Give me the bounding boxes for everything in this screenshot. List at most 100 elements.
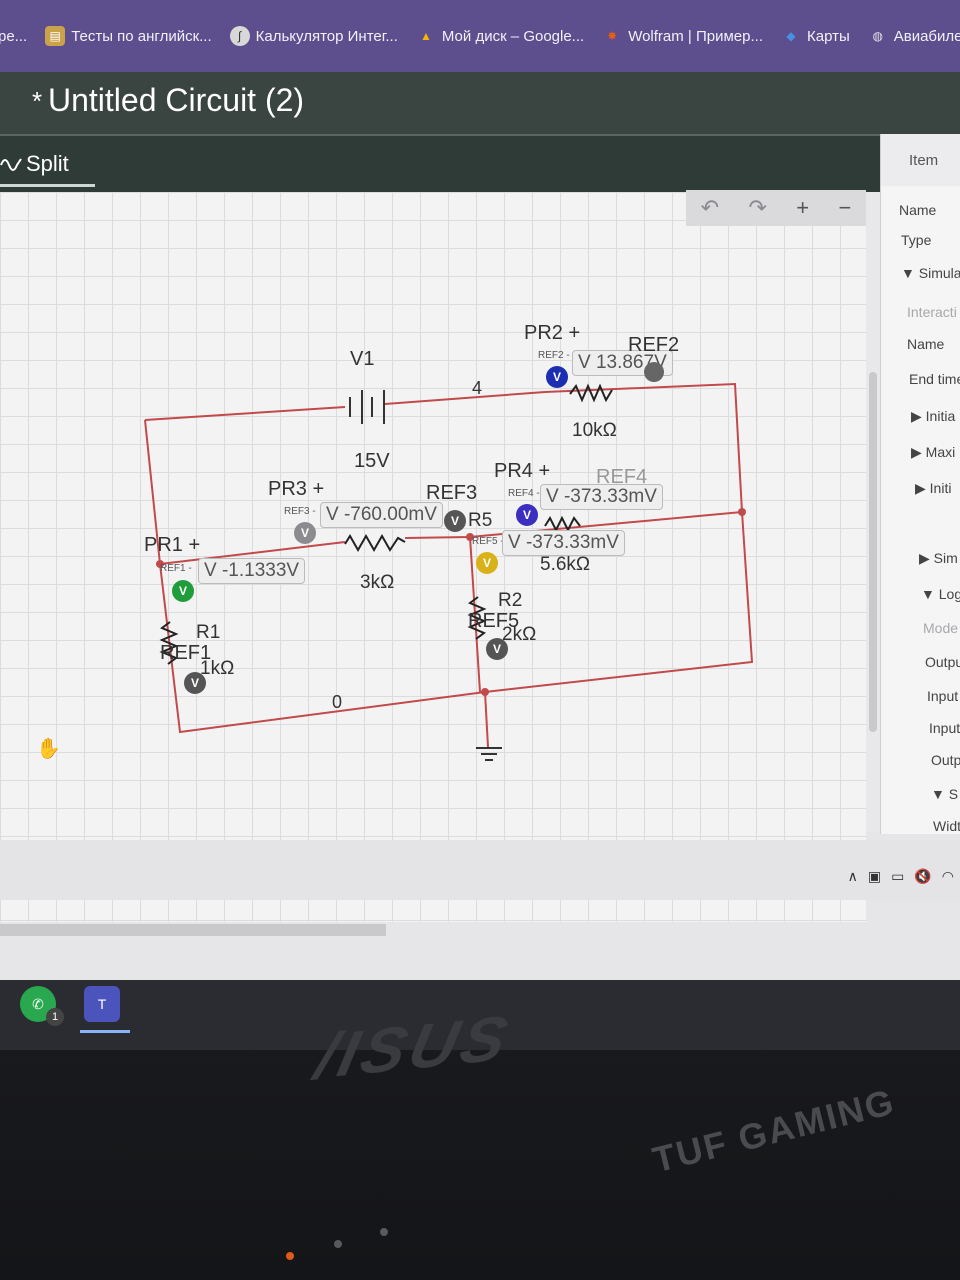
node-label-top: 4 — [472, 378, 483, 398]
bookmark-0[interactable]: ре... — [0, 28, 27, 45]
redo-icon[interactable]: ↷ — [748, 195, 766, 221]
bookmark-drive[interactable]: ▲ Мой диск – Google... — [416, 26, 584, 46]
ground-symbol — [476, 747, 502, 761]
wolfram-icon: ✸ — [607, 29, 618, 43]
doc-icon: ▤ — [45, 26, 66, 46]
probe-ref-small-pr3: REF3 - — [284, 506, 316, 517]
panel-row: Outpu — [925, 654, 960, 670]
probe-ref-marker-pr3[interactable]: V — [444, 510, 466, 532]
bookmark-calculator-label: Калькулятор Интег... — [255, 27, 398, 45]
panel-row[interactable]: ▼ Log — [921, 586, 960, 602]
resistor-name-r2: R2 — [498, 590, 523, 611]
bookmark-flights[interactable]: ◍ Авиабилеты — [868, 26, 960, 46]
wire — [484, 691, 489, 748]
chevron-up-icon[interactable]: ∧ — [848, 868, 858, 885]
junction-dot — [738, 508, 746, 516]
whatsapp-badge: 1 — [46, 1008, 64, 1026]
bookmark-tests[interactable]: ▤ Тесты по английск... — [45, 26, 212, 46]
title-bar: * Untitled Circuit (2) — [0, 72, 960, 134]
resistor-value-5-6k: 5.6kΩ — [540, 554, 591, 575]
zoom-in-icon[interactable]: + — [796, 195, 809, 221]
volume-muted-icon[interactable]: 🔇 — [914, 868, 931, 885]
source-value: 15V — [354, 450, 390, 472]
globe-icon: ◍ — [872, 29, 883, 43]
resistor-symbol — [569, 383, 613, 403]
probe-ref-small-pr2: REF2 - — [538, 350, 570, 361]
status-led — [286, 1252, 294, 1260]
canvas-controls: ↶ ↷ + − — [686, 190, 866, 226]
undo-icon[interactable]: ↶ — [701, 195, 719, 221]
panel-row: Type — [901, 232, 932, 248]
probe-reading-pr1: V -1.1333V — [198, 558, 306, 584]
probe-ref-marker-pr2[interactable] — [644, 362, 664, 382]
zoom-out-icon[interactable]: − — [838, 195, 851, 221]
canvas-scrollbar[interactable] — [866, 192, 880, 832]
panel-row: Widt — [933, 818, 960, 834]
horizontal-scrollbar[interactable] — [0, 924, 386, 936]
probe-marker-pr4[interactable]: V — [516, 504, 538, 526]
panel-row[interactable]: ▼ S — [931, 786, 960, 802]
panel-row[interactable]: ▼ Simula — [901, 265, 960, 281]
probe-marker-pr1[interactable]: V — [172, 580, 194, 602]
bookmark-tests-label: Тесты по английск... — [71, 27, 212, 45]
resistor-name-r5: R5 — [468, 510, 493, 531]
status-led — [334, 1240, 342, 1248]
toolbar: Split — [0, 134, 880, 194]
probe-ref-pr5: REF5 — [468, 610, 520, 632]
probe-ref-marker-pr1[interactable]: V — [184, 672, 206, 694]
bookmark-0-label: ре... — [0, 27, 28, 45]
document-title[interactable]: Untitled Circuit (2) — [48, 82, 304, 119]
panel-row[interactable]: ▶ Initi — [915, 480, 960, 497]
probe-name-pr3: PR3 + — [268, 478, 325, 500]
probe-ref-pr2: REF2 — [628, 334, 680, 356]
bookmark-wolfram-label: Wolfram | Пример... — [628, 27, 763, 45]
probe-reading-pr3: V -760.00mV — [320, 502, 443, 528]
bookmark-wolfram[interactable]: ✸ Wolfram | Пример... — [602, 26, 763, 46]
panel-row: End time — [909, 371, 960, 387]
resistor-value-10k: 10kΩ — [572, 420, 617, 441]
probe-marker-pr3[interactable]: V — [294, 522, 316, 544]
probe-marker-pr5[interactable]: V — [476, 552, 498, 574]
drive-icon: ▲ — [419, 29, 432, 43]
split-tab[interactable]: Split — [0, 144, 95, 187]
probe-ref-pr1: REF1 — [160, 642, 212, 664]
panel-row[interactable]: ▶ Initia — [911, 408, 960, 425]
bookmark-flights-label: Авиабилеты — [893, 27, 960, 45]
panel-row: Outp — [931, 752, 960, 768]
probe-reading-pr5: V -373.33mV — [502, 530, 625, 556]
probe-name-pr1: PR1 + — [144, 534, 201, 556]
scrollbar-thumb[interactable] — [869, 372, 877, 732]
panel-row[interactable]: ▶ Sim — [919, 550, 960, 567]
bookmarks-bar: ре... ▤ Тесты по английск... ∫ Калькулят… — [0, 0, 960, 72]
device-icon[interactable]: ▣ — [868, 868, 881, 885]
schematic-canvas[interactable]: V1 15V 4 0 R1 1kΩ R2 2kΩ 3kΩ 10kΩ R5 5.6… — [0, 192, 866, 922]
properties-panel: Item Name Type ▼ Simula Interacti Name E… — [880, 134, 960, 834]
panel-row: Name — [899, 202, 937, 218]
resistor-name-r1: R1 — [196, 622, 221, 643]
resistor-symbol — [344, 533, 406, 553]
source-name: V1 — [350, 348, 375, 370]
probe-marker-pr2[interactable]: V — [546, 366, 568, 388]
probe-ref-marker-pr5[interactable]: V — [486, 638, 508, 660]
panel-row: Mode — [923, 620, 959, 636]
teams-active-indicator — [80, 1030, 130, 1033]
bookmark-maps[interactable]: ◆ Карты — [781, 26, 849, 46]
probe-ref-small-pr4: REF4 - — [508, 488, 540, 499]
node-label-bottom: 0 — [332, 692, 343, 712]
battery-icon[interactable]: ▭ — [891, 868, 904, 885]
battery-symbol — [349, 390, 385, 424]
wifi-icon[interactable]: ◠ — [942, 868, 954, 885]
junction-dot — [481, 688, 489, 696]
probe-name-pr4: PR4 + — [494, 460, 551, 482]
panel-row: Name — [907, 336, 945, 352]
panel-header: Item — [881, 134, 960, 186]
panel-row[interactable]: ▶ Maxi — [911, 444, 960, 461]
teams-icon[interactable]: T — [84, 986, 120, 1022]
schematic — [144, 382, 754, 761]
split-tab-label: Split — [26, 151, 69, 176]
panel-row: Interacti — [907, 304, 957, 320]
screen: ре... ▤ Тесты по английск... ∫ Калькулят… — [0, 0, 960, 1010]
hand-cursor-icon: ✋ — [36, 738, 61, 760]
bookmark-drive-label: Мой диск – Google... — [441, 27, 585, 45]
bookmark-calculator[interactable]: ∫ Калькулятор Интег... — [229, 26, 398, 46]
